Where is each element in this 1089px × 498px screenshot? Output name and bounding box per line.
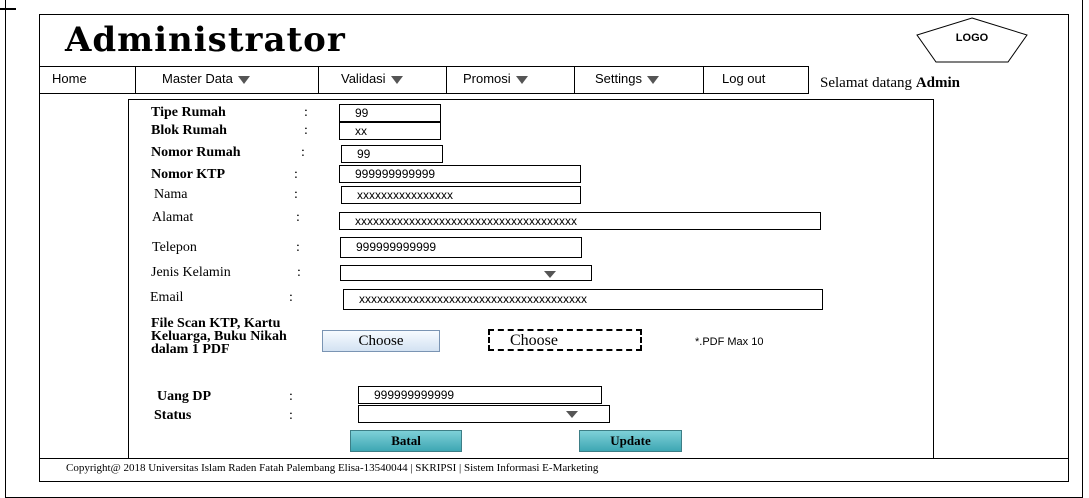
outer-border-right: [1082, 0, 1083, 498]
field-label-telepon: Telepon: [152, 240, 197, 255]
welcome-message: Selamat datang Admin: [820, 75, 960, 92]
file-scan-label: File Scan KTP, Kartu Keluarga, Buku Nika…: [151, 316, 287, 357]
file-choose-area[interactable]: Choose: [488, 329, 642, 351]
chevron-down-icon: [237, 75, 250, 84]
field-colon: :: [304, 123, 308, 138]
nav-validasi-label: Validasi: [341, 71, 386, 86]
field-label-tipe-rumah: Tipe Rumah: [151, 105, 226, 120]
blok-rumah-input[interactable]: xx: [339, 122, 441, 140]
page-title: Administrator: [65, 20, 346, 60]
field-colon: :: [296, 210, 300, 225]
nomor-rumah-input[interactable]: 99: [341, 145, 443, 163]
footer-text: Copyright@ 2018 Universitas Islam Raden …: [66, 462, 599, 474]
top-border-mark: [0, 8, 16, 10]
field-colon: :: [289, 408, 293, 423]
nama-input[interactable]: xxxxxxxxxxxxxxxx: [341, 186, 581, 204]
field-colon: :: [304, 105, 308, 120]
field-colon: :: [289, 290, 293, 305]
file-size-note: *.PDF Max 10: [695, 336, 764, 348]
field-colon: :: [289, 389, 293, 404]
nav-master-data-label: Master Data: [162, 71, 233, 86]
telepon-input[interactable]: 999999999999: [340, 237, 582, 258]
logo-label: LOGO: [955, 32, 989, 44]
cancel-button[interactable]: Batal: [350, 430, 462, 452]
field-colon: :: [294, 187, 298, 202]
chevron-down-icon: [515, 75, 528, 84]
field-label-email: Email: [150, 290, 184, 305]
alamat-input[interactable]: xxxxxxxxxxxxxxxxxxxxxxxxxxxxxxxxxxxxx: [339, 212, 821, 230]
nav-logout-label: Log out: [722, 71, 766, 86]
nav-promosi[interactable]: Promosi: [446, 66, 575, 94]
nav-logout[interactable]: Log out: [703, 66, 809, 94]
field-label-status: Status: [154, 408, 192, 423]
field-label-nomor-rumah: Nomor Rumah: [151, 145, 241, 160]
nav-settings[interactable]: Settings: [574, 66, 704, 94]
chevron-down-icon: [646, 75, 659, 84]
field-label-blok-rumah: Blok Rumah: [151, 123, 227, 138]
nav-master-data[interactable]: Master Data: [135, 66, 319, 94]
nav-home-label: Home: [52, 71, 87, 86]
outer-border-left: [5, 0, 6, 498]
uang-dp-input[interactable]: 999999999999: [358, 386, 602, 404]
nav-validasi[interactable]: Validasi: [318, 66, 447, 94]
chevron-down-icon: [544, 271, 556, 278]
field-colon: :: [301, 145, 305, 160]
nomor-ktp-input[interactable]: 999999999999: [339, 165, 581, 183]
nav-promosi-label: Promosi: [463, 71, 511, 86]
welcome-user: Admin: [915, 75, 960, 91]
tipe-rumah-input[interactable]: 99: [339, 104, 441, 122]
footer-divider: [39, 458, 1069, 459]
field-label-alamat: Alamat: [152, 210, 194, 225]
choose-file-button[interactable]: Choose: [322, 330, 440, 352]
field-label-uang-dp: Uang DP: [157, 389, 212, 404]
nav-home[interactable]: Home: [39, 66, 136, 94]
chevron-down-icon: [390, 75, 403, 84]
email-input[interactable]: xxxxxxxxxxxxxxxxxxxxxxxxxxxxxxxxxxxxxx: [343, 289, 823, 310]
welcome-prefix: Selamat datang: [820, 75, 916, 91]
field-label-nomor-ktp: Nomor KTP: [151, 167, 226, 182]
field-label-jenis-kelamin: Jenis Kelamin: [151, 265, 231, 280]
update-button[interactable]: Update: [579, 430, 682, 452]
field-colon: :: [297, 265, 301, 280]
field-label-nama: Nama: [154, 187, 188, 202]
logo: LOGO: [913, 15, 1031, 65]
field-colon: :: [294, 167, 298, 182]
nav-settings-label: Settings: [595, 71, 642, 86]
chevron-down-icon: [566, 411, 578, 418]
field-colon: :: [296, 240, 300, 255]
